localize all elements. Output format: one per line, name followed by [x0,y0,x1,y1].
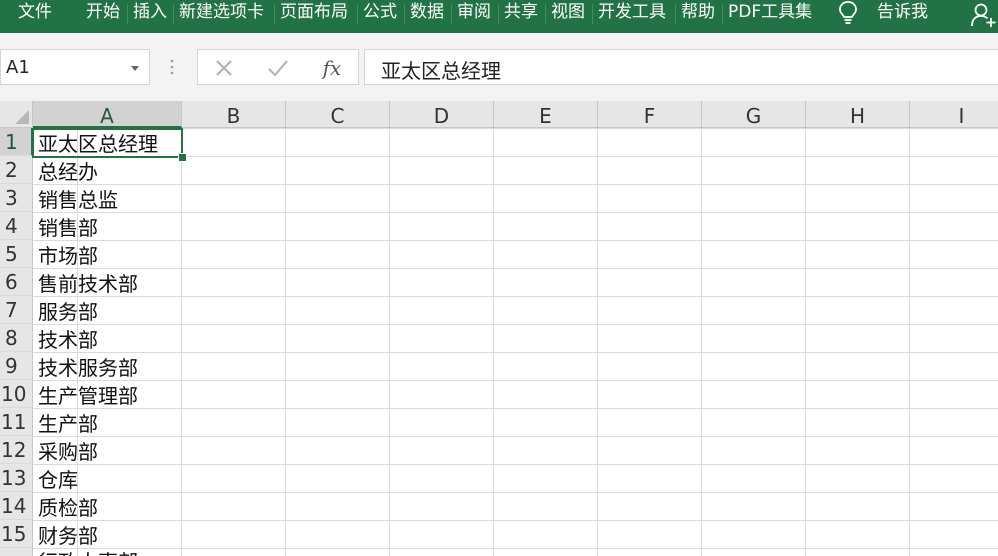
row-header[interactable]: 3 [0,184,33,212]
lightbulb-icon[interactable] [836,0,860,26]
formula-content: 亚太区总经理 [381,59,501,83]
tab-view[interactable]: 视图 [551,0,585,24]
row-header[interactable]: 6 [0,268,33,296]
tab-separator [451,4,452,24]
chevron-down-icon[interactable] [131,66,139,71]
row-header[interactable]: 13 [0,464,33,492]
tab-home[interactable]: 开始 [86,0,120,24]
cell-a8[interactable]: 技术部 [38,326,98,354]
tab-separator [498,4,499,24]
row-header[interactable]: 10 [0,380,33,408]
cell-a11[interactable]: 生产部 [38,410,98,438]
column-header-b[interactable]: B [182,101,286,128]
row-header[interactable]: 12 [0,436,33,464]
cell-a14[interactable]: 质检部 [38,494,98,522]
tab-separator [173,4,174,24]
fill-handle[interactable] [178,153,187,162]
tab-separator [357,4,358,24]
cell-a7[interactable]: 服务部 [38,298,98,326]
select-all-icon [15,110,29,124]
cell-a16-partial[interactable]: 行政人事部 [38,548,138,556]
row-header[interactable]: 2 [0,156,33,184]
cell-a2[interactable]: 总经办 [38,158,98,186]
tab-separator [404,4,405,24]
row-header[interactable]: 1 [0,128,33,156]
tab-separator [127,4,128,24]
cell-a10[interactable]: 生产管理部 [38,382,138,410]
share-user-icon[interactable] [970,2,998,28]
cell-a4[interactable]: 销售部 [38,214,98,242]
select-all-button[interactable] [0,101,33,128]
cell-a13[interactable]: 仓库 [38,466,78,494]
cell-a5[interactable]: 市场部 [38,242,98,270]
formula-buttons: fx [197,49,359,85]
cell-a9[interactable]: 技术服务部 [38,354,138,382]
row-header[interactable]: 9 [0,352,33,380]
row-header[interactable] [0,548,33,556]
tab-pdf-tools[interactable]: PDF工具集 [728,0,812,24]
tab-separator [722,4,723,24]
tab-review[interactable]: 审阅 [457,0,491,24]
column-header-g[interactable]: G [702,101,806,128]
tab-separator [675,4,676,24]
column-header-c[interactable]: C [286,101,390,128]
name-box[interactable]: A1 [0,49,150,85]
cell-a6[interactable]: 售前技术部 [38,270,138,298]
check-icon[interactable] [264,54,292,82]
column-header-a[interactable]: A [33,101,182,128]
tab-separator [545,4,546,24]
tab-file[interactable]: 文件 [18,0,52,24]
ribbon-tab-bar: 文件 开始 插入 新建选项卡 页面布局 公式 数据 审阅 共享 视图 开发工具 … [0,0,998,33]
column-header-h[interactable]: H [806,101,910,128]
tab-data[interactable]: 数据 [410,0,444,24]
tab-developer[interactable]: 开发工具 [598,0,666,24]
tab-separator [274,4,275,24]
row-header[interactable]: 11 [0,408,33,436]
drag-handle-icon[interactable] [170,58,174,76]
tab-separator [592,4,593,24]
insert-function-button[interactable]: fx [318,54,346,82]
name-box-value: A1 [6,57,30,78]
column-header-e[interactable]: E [494,101,598,128]
column-header-i[interactable]: I [910,101,998,128]
tab-insert[interactable]: 插入 [133,0,167,24]
tab-help[interactable]: 帮助 [681,0,715,24]
cell-a15[interactable]: 财务部 [38,522,98,550]
column-header-d[interactable]: D [390,101,494,128]
row-header[interactable]: 7 [0,296,33,324]
row-header[interactable]: 15 [0,520,33,548]
tab-formulas[interactable]: 公式 [363,0,397,24]
cell-a12[interactable]: 采购部 [38,438,98,466]
tell-me-search[interactable]: 告诉我 [877,0,928,24]
spreadsheet-grid[interactable]: A B C D E F G H I 1 2 3 4 5 6 7 8 9 10 1… [0,101,998,556]
row-header[interactable]: 4 [0,212,33,240]
column-divider [181,128,182,556]
cell-a3[interactable]: 销售总监 [38,186,118,214]
row-header[interactable]: 5 [0,240,33,268]
row-header[interactable]: 8 [0,324,33,352]
tab-page-layout[interactable]: 页面布局 [280,0,348,24]
formula-input[interactable]: 亚太区总经理 [364,49,998,85]
tab-share[interactable]: 共享 [504,0,538,24]
active-cell-outline [32,128,183,158]
row-header[interactable]: 14 [0,492,33,520]
tab-new-tab[interactable]: 新建选项卡 [179,0,264,24]
column-header-f[interactable]: F [598,101,702,128]
cell-area[interactable] [33,128,998,556]
cross-icon[interactable] [210,54,238,82]
